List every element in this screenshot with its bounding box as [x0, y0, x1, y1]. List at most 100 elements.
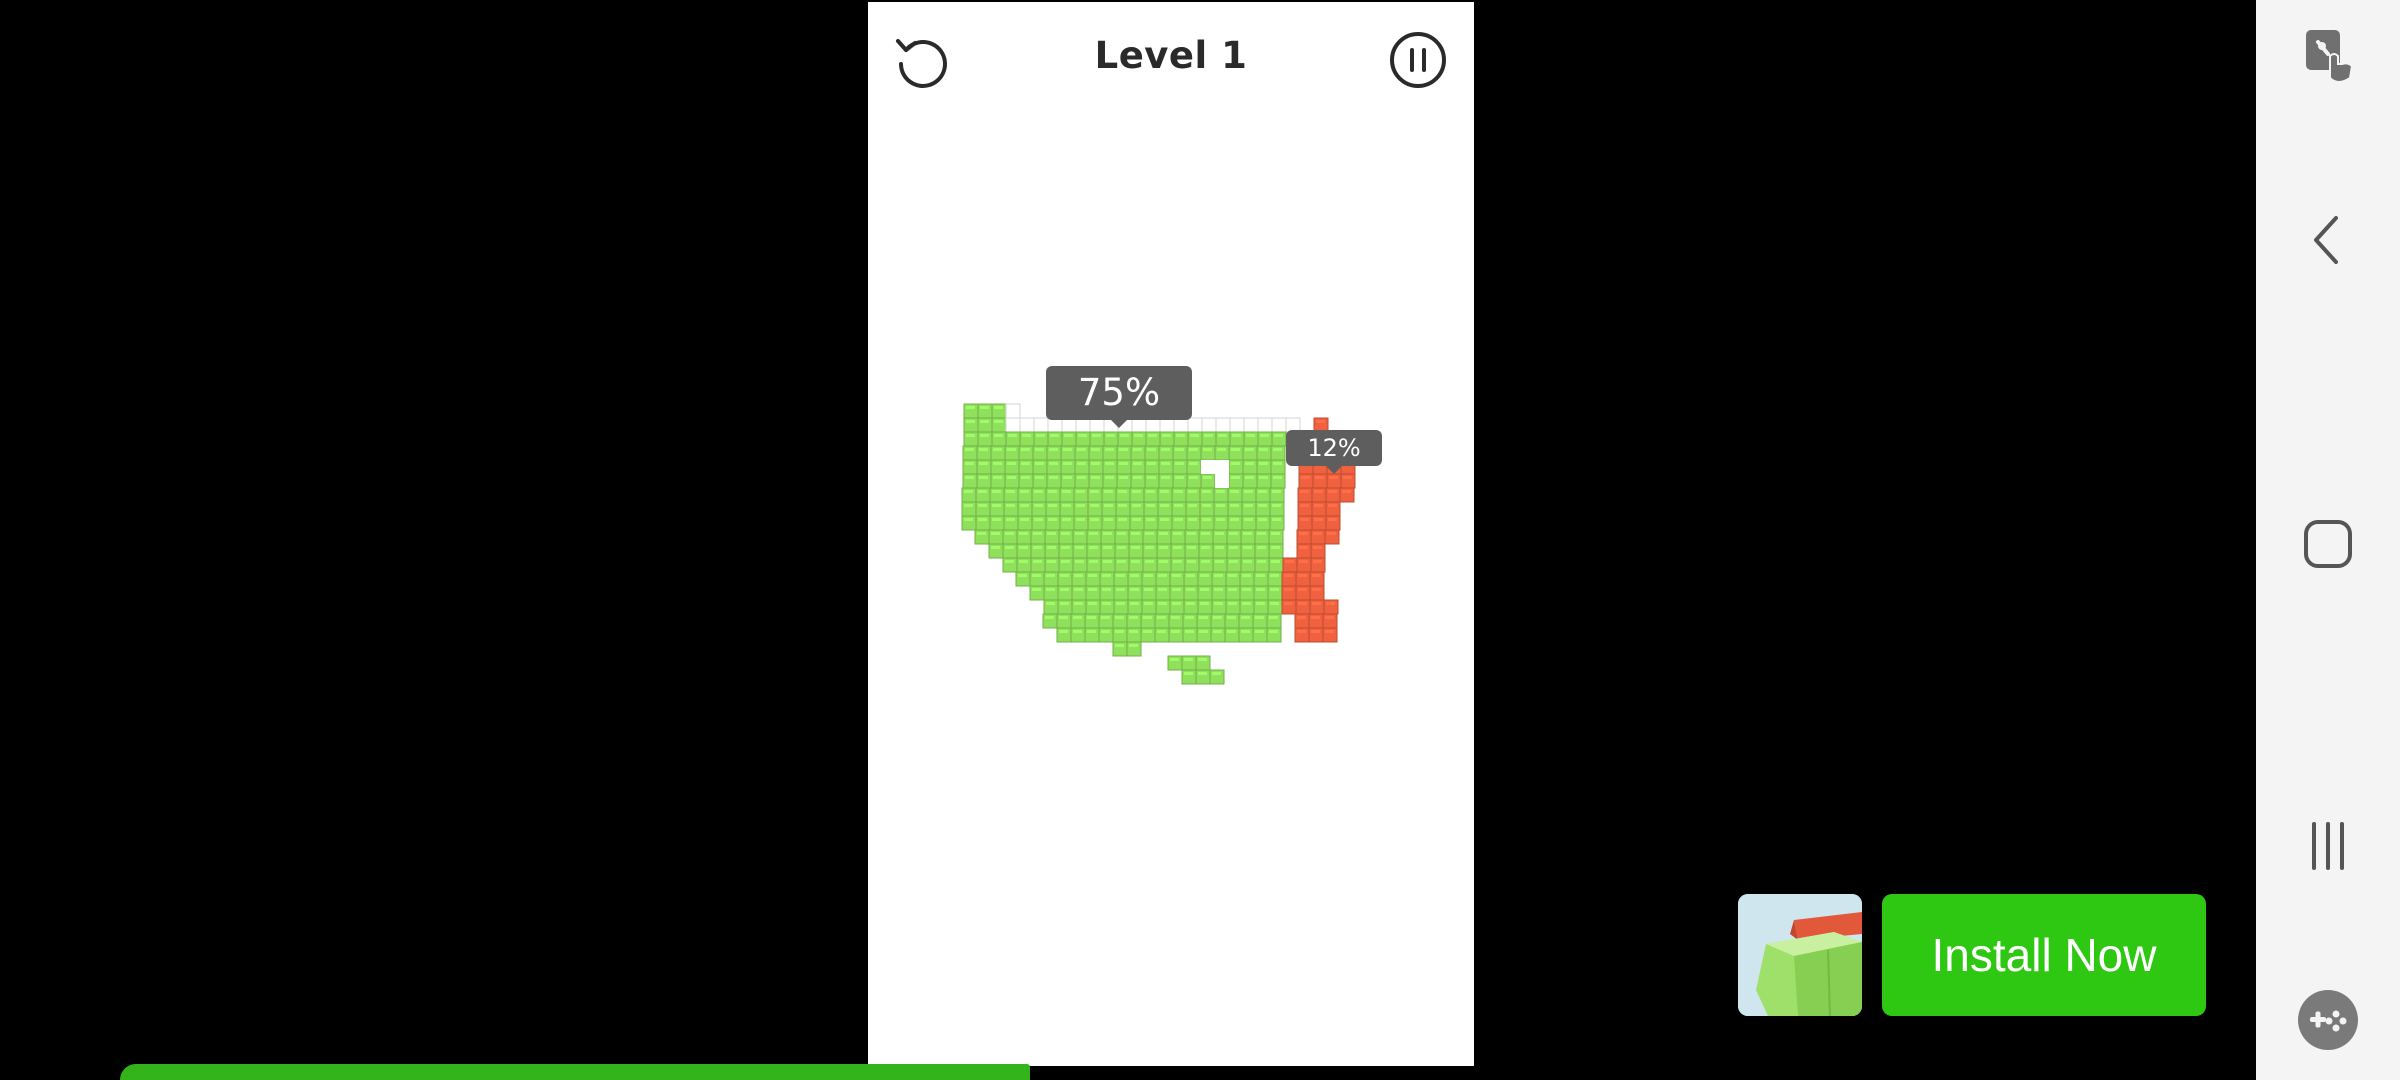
install-now-button[interactable]: Install Now [1882, 894, 2206, 1016]
cube-highlight [980, 420, 989, 423]
cube-highlight [1118, 504, 1127, 507]
back-button[interactable] [2292, 204, 2364, 276]
cube-highlight [1047, 560, 1056, 563]
level-progress-fill [120, 1064, 1030, 1080]
cube-highlight [978, 504, 987, 507]
cube-highlight [1077, 462, 1086, 465]
empty-cube [1271, 417, 1287, 433]
cube-highlight [1227, 616, 1236, 619]
cube-highlight [1227, 630, 1236, 633]
cube-highlight [1174, 518, 1183, 521]
cube-highlight [1241, 616, 1250, 619]
red-percentage-bubble: 12% [1286, 430, 1382, 474]
cube-highlight [993, 476, 1002, 479]
ad-thumbnail[interactable] [1738, 894, 1862, 1016]
cube-highlight [1060, 574, 1069, 577]
cube-highlight [1298, 574, 1307, 577]
cube-highlight [1259, 476, 1268, 479]
cube-highlight [1129, 616, 1138, 619]
cube-highlight [1059, 630, 1068, 633]
cube-highlight [1260, 434, 1269, 437]
cube-highlight [1229, 560, 1238, 563]
cube-highlight [1077, 476, 1086, 479]
cube-highlight [1005, 546, 1014, 549]
cube-highlight [1133, 448, 1142, 451]
green-percentage-bubble: 75% [1046, 366, 1192, 428]
cube-highlight [994, 434, 1003, 437]
cube-highlight [1299, 560, 1308, 563]
cube-highlight [1256, 574, 1265, 577]
cube-highlight [1204, 434, 1213, 437]
cube-highlight [1075, 560, 1084, 563]
cube-highlight [994, 406, 1003, 409]
cube-highlight [1216, 504, 1225, 507]
cube-highlight [1214, 602, 1223, 605]
cube-highlight [1105, 476, 1114, 479]
cube-highlight [1133, 476, 1142, 479]
cube-highlight [1006, 518, 1015, 521]
cube-highlight [1229, 546, 1238, 549]
home-button[interactable] [2292, 508, 2364, 580]
cube-highlight [1006, 504, 1015, 507]
cube-highlight [1035, 448, 1044, 451]
cube-highlight [1215, 546, 1224, 549]
cube-highlight [1021, 448, 1030, 451]
cube-highlight [1218, 434, 1227, 437]
cube-highlight [1130, 602, 1139, 605]
cube-highlight [1214, 588, 1223, 591]
cube-highlight [1144, 588, 1153, 591]
cube-highlight [1184, 658, 1193, 661]
cube-highlight [1269, 616, 1278, 619]
cube-highlight [1034, 490, 1043, 493]
empty-cube [1229, 417, 1245, 433]
cube-highlight [1018, 574, 1027, 577]
cube-highlight [1063, 448, 1072, 451]
cube-highlight [1131, 560, 1140, 563]
cube-highlight [1008, 434, 1017, 437]
cube-highlight [1074, 588, 1083, 591]
cube-highlight [1186, 602, 1195, 605]
cube-highlight [1075, 532, 1084, 535]
game-tools-button[interactable] [2292, 984, 2364, 1056]
cube-highlight [1115, 644, 1124, 647]
cube-highlight [1005, 532, 1014, 535]
cube-highlight [1314, 504, 1323, 507]
cube-highlight [1217, 448, 1226, 451]
cube-highlight [1255, 630, 1264, 633]
cube-highlight [1020, 504, 1029, 507]
cube-highlight [1116, 574, 1125, 577]
cube-highlight [1176, 434, 1185, 437]
cube-highlight [964, 518, 973, 521]
cube-highlight [1034, 504, 1043, 507]
cube-highlight [1019, 532, 1028, 535]
empty-cube [1131, 417, 1147, 433]
cube-highlight [1203, 448, 1212, 451]
screen-touch-button[interactable] [2292, 20, 2364, 92]
cube-highlight [1118, 518, 1127, 521]
cube-highlight [1313, 546, 1322, 549]
cube-highlight [1047, 532, 1056, 535]
empty-cube [1201, 417, 1217, 433]
cube-highlight [1063, 462, 1072, 465]
cube-highlight [1088, 574, 1097, 577]
cube-highlight [1129, 644, 1138, 647]
cube-highlight [1185, 616, 1194, 619]
cube-highlight [1089, 560, 1098, 563]
cube-highlight [977, 532, 986, 535]
usa-cube-map[interactable] [868, 2, 1474, 1066]
empty-cube [1159, 417, 1175, 433]
cube-highlight [1032, 574, 1041, 577]
cube-highlight [1258, 504, 1267, 507]
cube-highlight [1074, 574, 1083, 577]
cube-highlight [1087, 616, 1096, 619]
cube-highlight [1284, 574, 1293, 577]
cube-highlight [1145, 546, 1154, 549]
cube-highlight [1021, 462, 1030, 465]
cube-highlight [1199, 630, 1208, 633]
cube-highlight [1046, 574, 1055, 577]
cube-highlight [1115, 630, 1124, 633]
cube-highlight [1117, 546, 1126, 549]
cube-highlight [1328, 518, 1337, 521]
cube-highlight [1245, 448, 1254, 451]
recents-button[interactable] [2292, 810, 2364, 882]
